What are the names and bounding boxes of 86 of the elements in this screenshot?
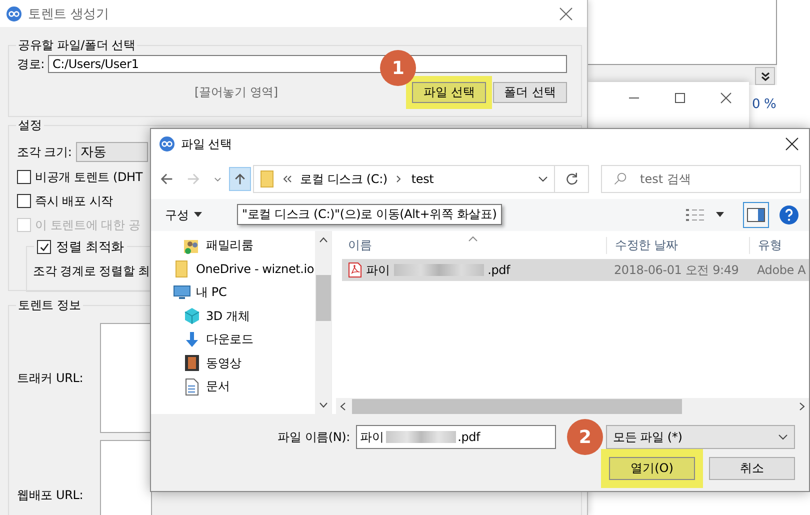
file-type-dropdown[interactable]: 모든 파일 (*)	[606, 425, 795, 449]
help-icon[interactable]	[779, 205, 799, 225]
checkbox-label: 즉시 배포 시작	[35, 192, 114, 210]
file-button[interactable]: 폴더 선택	[493, 82, 567, 102]
checkbox[interactable]	[17, 170, 31, 184]
chevron-down-icon[interactable]	[538, 174, 548, 184]
pdf-file-icon	[348, 262, 362, 278]
cube-icon	[183, 307, 201, 326]
piece-size-label: 조각 크기:	[17, 144, 72, 160]
double-chevron-icon	[282, 174, 292, 184]
address-bar[interactable]: 로컬 디스크 (C:) test	[253, 165, 556, 193]
group-title: 설정	[16, 117, 44, 134]
maximize-icon[interactable]	[674, 92, 686, 104]
double-chevron-icon	[760, 72, 770, 80]
checkbox-label: 이 토렌트에 대한 공	[35, 216, 140, 234]
sort-caret-icon	[468, 236, 478, 242]
type-cell-text: Adobe A	[756, 263, 807, 277]
nav-item[interactable]: OneDrive - wiznet.io	[151, 258, 315, 281]
up-button[interactable]	[228, 167, 252, 191]
piece-size-dropdown[interactable]: 자동	[76, 142, 148, 162]
search-icon	[612, 172, 627, 186]
drop-zone: [끌어놓기 영역]	[193, 84, 279, 100]
window-title: 토렌트 생성기	[28, 6, 109, 22]
document-icon	[183, 378, 201, 396]
window-title: 파일 선택	[181, 136, 232, 152]
pane-icon	[747, 208, 765, 222]
checkbox[interactable]	[17, 194, 31, 208]
filename-field[interactable]: 파이 .pdf	[356, 425, 556, 449]
scroll-up-icon[interactable]	[318, 237, 328, 243]
preview-pane-button[interactable]	[743, 202, 769, 228]
scroll-right-icon[interactable]	[799, 402, 805, 410]
column-header[interactable]: 수정한 날짜	[606, 236, 749, 254]
nav-item[interactable]: 패밀리룸	[151, 234, 315, 258]
chevron-down-icon	[778, 434, 788, 440]
file-row[interactable]: 파이 .pdf 2018-06-01 오전 9:49 Adobe A	[342, 259, 809, 281]
group-title: 공유할 파일/폴더 선택	[16, 37, 138, 54]
refresh-icon	[564, 172, 579, 186]
dialog-button[interactable]: 취소	[709, 456, 795, 480]
url-field[interactable]	[100, 323, 152, 433]
column-header[interactable]: 이름	[336, 236, 606, 254]
file-name: 파이	[366, 262, 390, 278]
close-icon[interactable]	[720, 92, 732, 104]
close-icon[interactable]	[785, 137, 799, 151]
url-label: 트래커 URL:	[17, 370, 84, 386]
setting-label: 조각 경계로 정렬할 최	[33, 263, 150, 280]
percent-text: 0 %	[752, 97, 776, 112]
film-icon	[183, 354, 201, 372]
view-options-icon[interactable]	[685, 208, 705, 222]
checkbox-label: 비공개 토렌트 (DHT	[35, 168, 143, 186]
search-field[interactable]: test 검색	[600, 165, 801, 193]
nav-item[interactable]: 다운로드	[151, 328, 315, 352]
scroll-down-icon[interactable]	[318, 402, 328, 408]
tooltip: "로컬 디스크 (C:)"(으)로 이동(Alt+위쪽 화살표)	[237, 204, 502, 225]
dropdown-arrow-icon[interactable]	[715, 212, 725, 218]
nav-item[interactable]: 동영상	[151, 352, 315, 375]
group-title: 토렌트 정보	[16, 297, 83, 314]
breadcrumb-item[interactable]: test	[411, 172, 434, 186]
back-arrow-icon[interactable]	[159, 171, 174, 187]
nav-item[interactable]: 3D 개체	[151, 304, 315, 328]
scrollbar[interactable]	[336, 398, 809, 414]
filename-label: 파일 이름(N):	[278, 428, 350, 446]
scroll-left-icon[interactable]	[340, 402, 346, 410]
chevron-button[interactable]	[755, 67, 775, 85]
computer-icon	[173, 284, 191, 302]
app-logo-icon	[6, 6, 22, 22]
scroll-thumb[interactable]	[316, 274, 330, 320]
nav-item[interactable]: 문서	[151, 375, 315, 398]
scrollbar[interactable]	[315, 231, 331, 414]
download-arrow-icon	[183, 330, 201, 349]
breadcrumb-item[interactable]: 로컬 디스크 (C:)	[300, 170, 388, 188]
scroll-thumb[interactable]	[352, 398, 682, 414]
checkbox[interactable]	[37, 240, 51, 254]
date-cell-text: 2018-06-01 오전 9:49	[613, 262, 740, 278]
organize-menu[interactable]: 구성	[165, 206, 202, 224]
up-arrow-icon	[232, 172, 247, 186]
column-header[interactable]: 유형	[749, 236, 809, 254]
file-extension: .pdf	[488, 263, 510, 277]
refresh-button[interactable]	[555, 165, 589, 193]
nav-item[interactable]: 내 PC	[151, 281, 315, 304]
url-label: 웹배포 URL:	[17, 486, 84, 504]
folder-icon	[260, 170, 274, 188]
caret-icon	[194, 212, 202, 218]
path-label: 경로:	[17, 56, 44, 72]
app-logo-icon	[159, 136, 175, 152]
chevron-right-icon	[395, 174, 404, 184]
checkbox-label: 정렬 최적화	[56, 239, 124, 256]
